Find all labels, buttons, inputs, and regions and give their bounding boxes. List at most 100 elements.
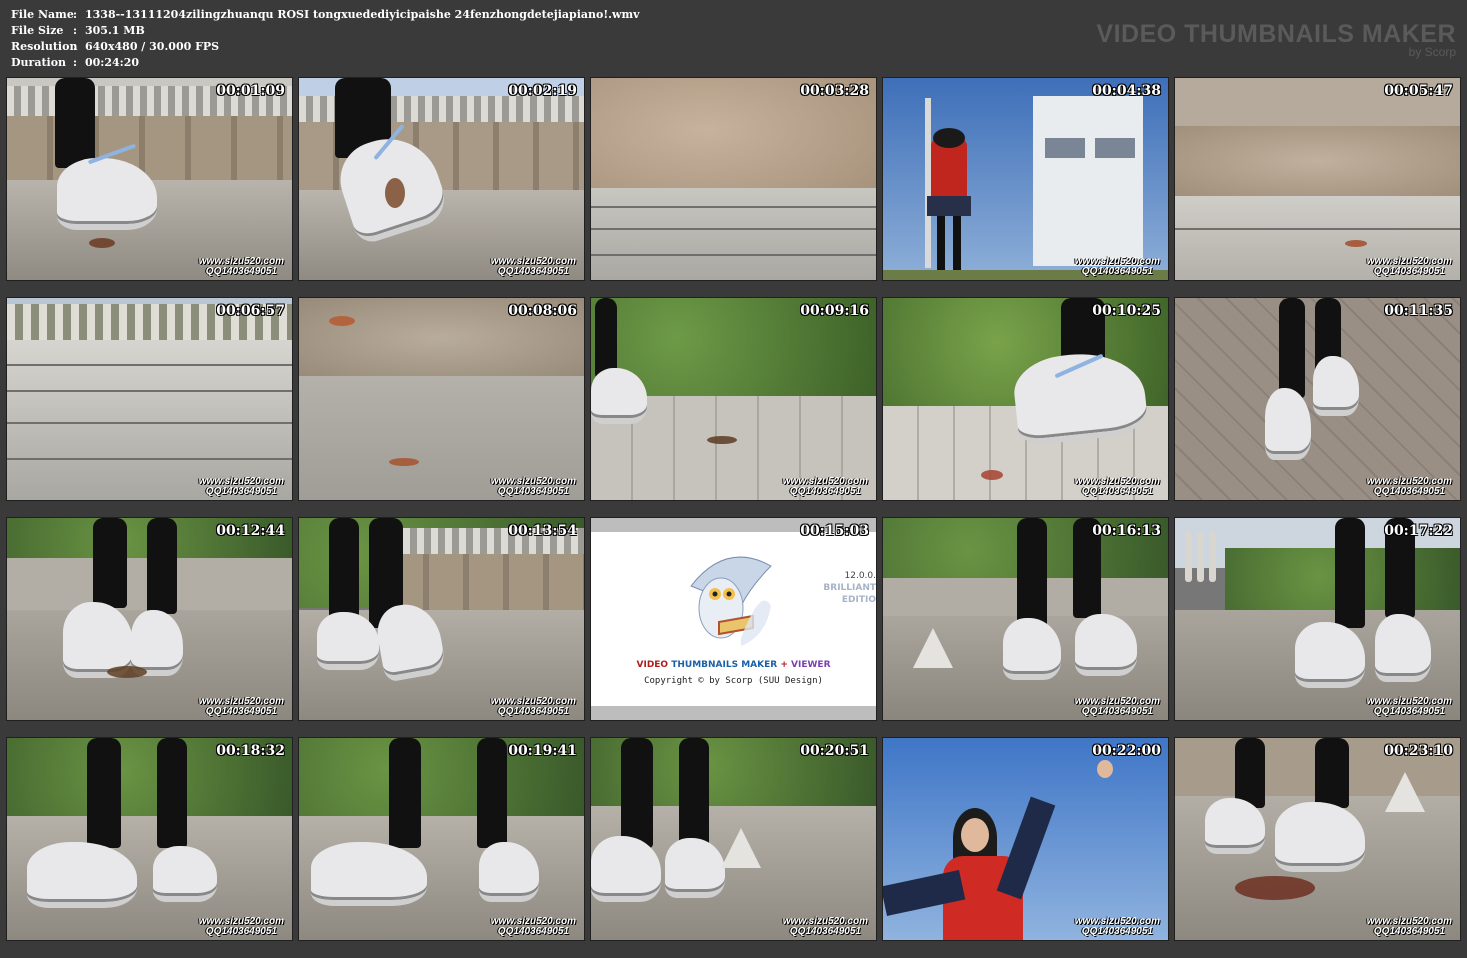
- frame-image: [883, 78, 1168, 280]
- frame-image: [1175, 518, 1460, 720]
- info-value: 305.1 MB: [85, 24, 145, 37]
- watermark: www.sizu520.com QQ1403649051: [1367, 477, 1452, 497]
- watermark-qq: QQ1403649051: [205, 706, 277, 717]
- watermark: www.sizu520.com QQ1403649051: [1367, 697, 1452, 717]
- timestamp: 00:02:19: [508, 83, 577, 99]
- watermark: www.sizu520.com QQ1403649051: [491, 917, 576, 937]
- video-thumbnail[interactable]: 00:13:54 www.sizu520.com QQ1403649051: [298, 517, 585, 721]
- video-thumbnail[interactable]: 00:09:16 www.sizu520.com QQ1403649051: [590, 297, 877, 501]
- title-plus: +: [780, 660, 788, 670]
- frame-image: [7, 298, 292, 500]
- video-thumbnail[interactable]: 00:20:51 www.sizu520.com QQ1403649051: [590, 737, 877, 941]
- watermark-qq: QQ1403649051: [1081, 706, 1153, 717]
- frame-image: [299, 738, 584, 940]
- video-thumbnail[interactable]: 00:18:32 www.sizu520.com QQ1403649051: [6, 737, 293, 941]
- info-separator: :: [73, 40, 78, 53]
- watermark: www.sizu520.com QQ1403649051: [491, 697, 576, 717]
- info-separator: :: [73, 24, 78, 37]
- splash-thumbnail[interactable]: 12.0.0. BRILLIANT EDITIO VIDEO THUMBNAIL…: [590, 517, 877, 721]
- video-thumbnail[interactable]: 00:10:25 www.sizu520.com QQ1403649051: [882, 297, 1169, 501]
- frame-image: [299, 298, 584, 500]
- info-separator: :: [73, 8, 78, 21]
- video-thumbnail[interactable]: 00:11:35 www.sizu520.com QQ1403649051: [1174, 297, 1461, 501]
- timestamp: 00:04:38: [1092, 83, 1161, 99]
- owl-icon: [690, 556, 772, 646]
- watermark: www.sizu520.com QQ1403649051: [1075, 477, 1160, 497]
- video-thumbnail[interactable]: 00:16:13 www.sizu520.com QQ1403649051: [882, 517, 1169, 721]
- watermark: www.sizu520.com QQ1403649051: [491, 257, 576, 277]
- resolution-row: Resolution : 640x480 / 30.000 FPS: [11, 39, 640, 55]
- watermark-qq: QQ1403649051: [789, 486, 861, 497]
- watermark-qq: QQ1403649051: [497, 926, 569, 937]
- watermark-qq: QQ1403649051: [1081, 266, 1153, 277]
- title-video: VIDEO: [636, 660, 669, 670]
- timestamp: 00:19:41: [508, 743, 577, 759]
- splash-screen: 12.0.0. BRILLIANT EDITIO VIDEO THUMBNAIL…: [591, 518, 876, 720]
- watermark: www.sizu520.com QQ1403649051: [1075, 917, 1160, 937]
- watermark: www.sizu520.com QQ1403649051: [1367, 917, 1452, 937]
- watermark: www.sizu520.com QQ1403649051: [783, 477, 868, 497]
- timestamp: 00:22:00: [1092, 743, 1161, 759]
- watermark: www.sizu520.com QQ1403649051: [1075, 697, 1160, 717]
- watermark: www.sizu520.com QQ1403649051: [199, 917, 284, 937]
- timestamp: 00:18:32: [216, 743, 285, 759]
- brand-title: VIDEO THUMBNAILS MAKER: [1096, 20, 1456, 48]
- video-thumbnail[interactable]: 00:08:06 www.sizu520.com QQ1403649051: [298, 297, 585, 501]
- info-key: Duration: [11, 56, 67, 69]
- frame-image: [7, 738, 292, 940]
- frame-image: [299, 78, 584, 280]
- info-value: 00:24:20: [85, 56, 140, 69]
- video-thumbnail[interactable]: 00:06:57 www.sizu520.com QQ1403649051: [6, 297, 293, 501]
- video-thumbnail[interactable]: 00:22:00 www.sizu520.com QQ1403649051: [882, 737, 1169, 941]
- watermark: www.sizu520.com QQ1403649051: [491, 477, 576, 497]
- frame-image: [7, 78, 292, 280]
- edition-label: BRILLIANT: [823, 583, 876, 593]
- video-thumbnail[interactable]: 00:23:10 www.sizu520.com QQ1403649051: [1174, 737, 1461, 941]
- watermark-qq: QQ1403649051: [1081, 926, 1153, 937]
- video-thumbnail[interactable]: 00:03:28: [590, 77, 877, 281]
- watermark-qq: QQ1403649051: [205, 266, 277, 277]
- frame-image: [883, 298, 1168, 500]
- watermark-qq: QQ1403649051: [1373, 926, 1445, 937]
- info-separator: :: [73, 56, 78, 69]
- watermark-qq: QQ1403649051: [1373, 266, 1445, 277]
- splash-version: 12.0.0. BRILLIANT EDITIO: [823, 570, 876, 606]
- watermark-qq: QQ1403649051: [1373, 706, 1445, 717]
- video-thumbnail[interactable]: 00:02:19 www.sizu520.com QQ1403649051: [298, 77, 585, 281]
- video-thumbnail[interactable]: 00:12:44 www.sizu520.com QQ1403649051: [6, 517, 293, 721]
- watermark-qq: QQ1403649051: [1081, 486, 1153, 497]
- watermark-qq: QQ1403649051: [1373, 486, 1445, 497]
- title-viewer: VIEWER: [791, 660, 831, 670]
- title-thumbnails-maker: THUMBNAILS MAKER: [671, 660, 778, 670]
- frame-image: [1175, 298, 1460, 500]
- watermark-qq: QQ1403649051: [205, 926, 277, 937]
- timestamp: 00:16:13: [1092, 523, 1161, 539]
- duration-row: Duration : 00:24:20: [11, 55, 640, 71]
- video-thumbnail[interactable]: 00:01:09 www.sizu520.com QQ1403649051: [6, 77, 293, 281]
- watermark-qq: QQ1403649051: [497, 486, 569, 497]
- video-thumbnail[interactable]: 00:17:22 www.sizu520.com QQ1403649051: [1174, 517, 1461, 721]
- frame-image: [883, 518, 1168, 720]
- info-value: 1338--13111204zilingzhuanqu ROSI tongxue…: [85, 8, 640, 21]
- brand-logo: VIDEO THUMBNAILS MAKER by Scorp: [1096, 20, 1456, 58]
- file-info-panel: File Name : 1338--13111204zilingzhuanqu …: [11, 7, 640, 71]
- video-thumbnail[interactable]: 00:05:47 www.sizu520.com QQ1403649051: [1174, 77, 1461, 281]
- frame-image: [1175, 78, 1460, 280]
- watermark-qq: QQ1403649051: [497, 266, 569, 277]
- info-key: Resolution: [11, 40, 78, 53]
- frame-image: [591, 738, 876, 940]
- splash-title: VIDEO THUMBNAILS MAKER + VIEWER: [591, 660, 876, 670]
- file-size-row: File Size : 305.1 MB: [11, 23, 640, 39]
- timestamp: 00:15:03: [800, 523, 869, 539]
- file-name-row: File Name : 1338--13111204zilingzhuanqu …: [11, 7, 640, 23]
- video-thumbnail[interactable]: 00:19:41 www.sizu520.com QQ1403649051: [298, 737, 585, 941]
- frame-image: [883, 738, 1168, 940]
- info-value: 640x480 / 30.000 FPS: [85, 40, 220, 53]
- video-thumbnail[interactable]: 00:04:38 www.sizu520.com QQ1403649051: [882, 77, 1169, 281]
- frame-image: [1175, 738, 1460, 940]
- info-key: File Name: [11, 8, 74, 21]
- watermark: www.sizu520.com QQ1403649051: [199, 477, 284, 497]
- frame-image: [591, 78, 876, 280]
- watermark-qq: QQ1403649051: [205, 486, 277, 497]
- edition-label-2: EDITIO: [841, 595, 876, 605]
